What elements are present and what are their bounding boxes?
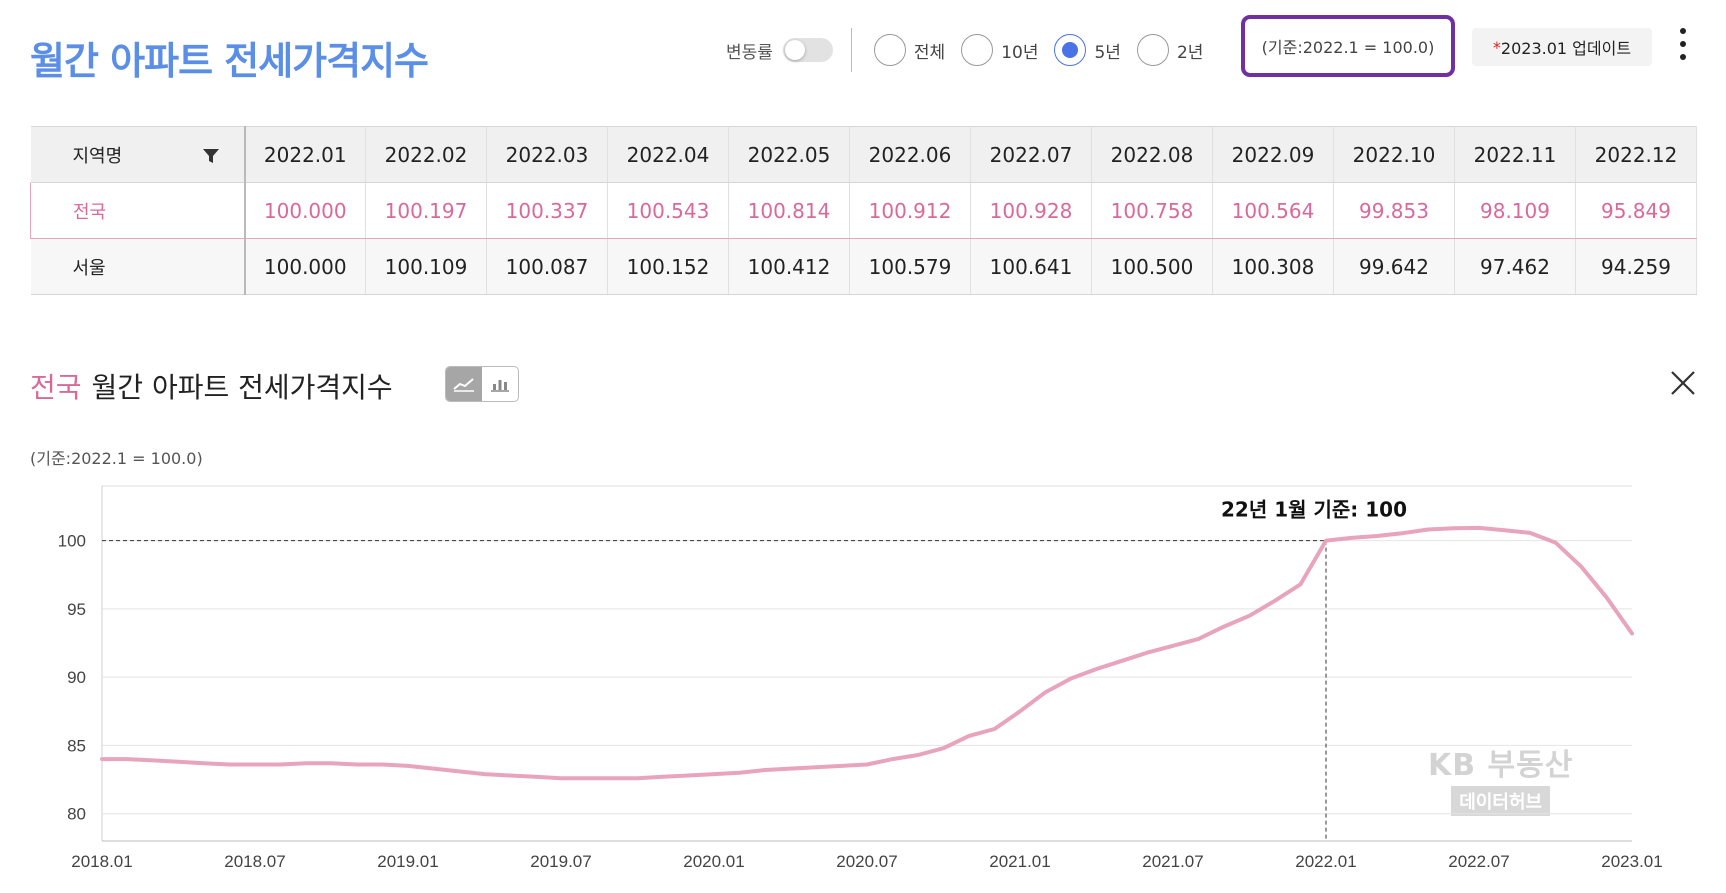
x-tick-label: 2019.07: [530, 852, 591, 871]
x-tick-label: 2019.01: [377, 852, 438, 871]
series-line: [100, 525, 1634, 781]
y-tick-label: 90: [67, 668, 86, 687]
y-tick-label: 85: [67, 736, 86, 755]
y-tick-label: 80: [67, 805, 86, 824]
x-tick-label: 2022.07: [1448, 852, 1509, 871]
x-tick-label: 2018.07: [224, 852, 285, 871]
x-tick-label: 2022.01: [1295, 852, 1356, 871]
y-tick-label: 95: [67, 600, 86, 619]
x-tick-label: 2020.01: [683, 852, 744, 871]
x-tick-label: 2023.01: [1601, 852, 1662, 871]
x-tick-label: 2020.07: [836, 852, 897, 871]
reference-annotation: 22년 1월 기준: 100: [1221, 498, 1407, 522]
x-tick-label: 2021.07: [1142, 852, 1203, 871]
x-tick-label: 2021.01: [989, 852, 1050, 871]
line-chart: 80 85 90 95 100 2018.01 2018.07 2019.01 2019.07 2…: [58, 485, 1663, 871]
x-tick-label: 2018.01: [71, 852, 132, 871]
y-tick-label: 100: [58, 532, 86, 551]
